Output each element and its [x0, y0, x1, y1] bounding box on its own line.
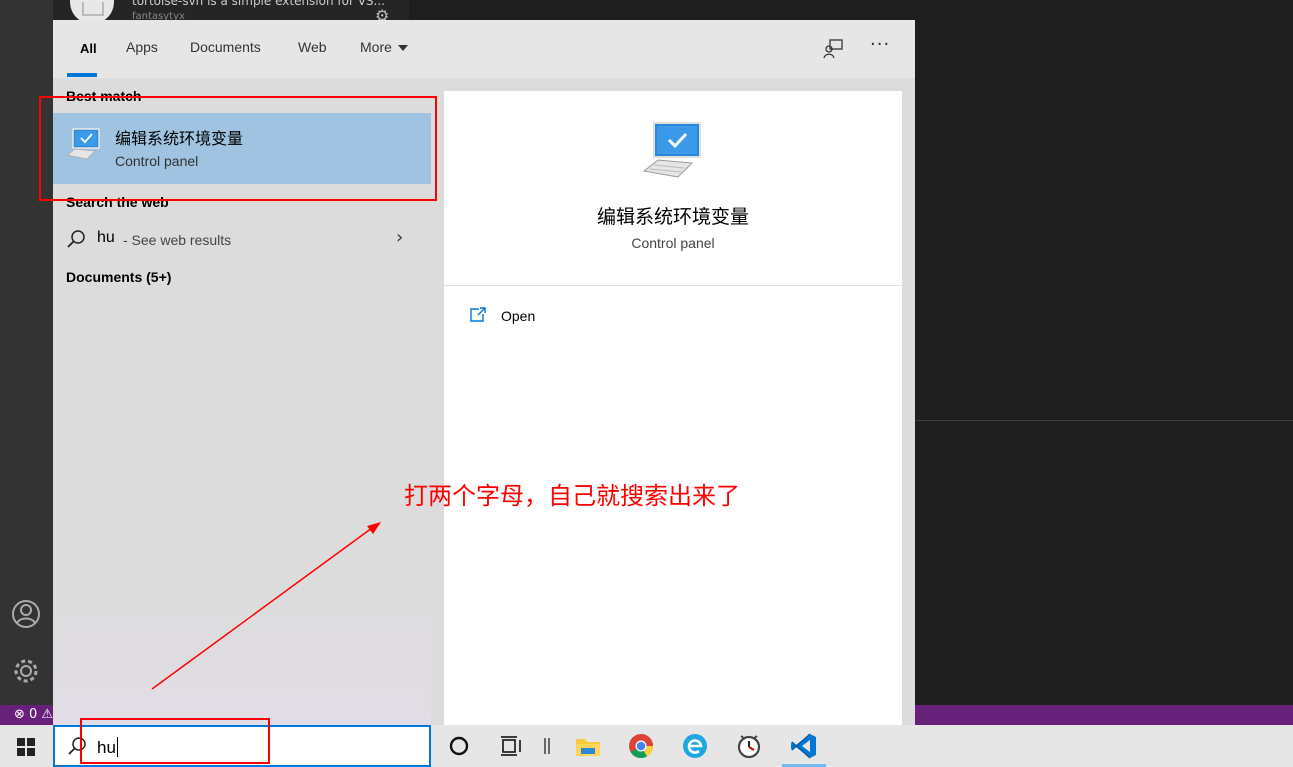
annotation-box-search-input: [80, 718, 270, 764]
chevron-right-icon[interactable]: ›: [396, 227, 403, 248]
tab-more-label: More: [360, 39, 392, 55]
tab-web[interactable]: Web: [298, 39, 327, 55]
feedback-icon[interactable]: [822, 38, 844, 60]
open-external-icon: [470, 307, 486, 322]
preview-subtitle: Control panel: [631, 235, 715, 251]
account-icon[interactable]: [11, 599, 41, 629]
clock-app-icon[interactable]: [723, 725, 775, 767]
active-tab-indicator: [67, 73, 97, 77]
browser-e-icon[interactable]: [669, 725, 721, 767]
start-button[interactable]: [0, 725, 53, 767]
tab-apps[interactable]: Apps: [126, 39, 158, 55]
tab-more[interactable]: More: [360, 39, 408, 55]
documents-heading[interactable]: Documents (5+): [66, 269, 171, 285]
search-icon: [67, 230, 85, 248]
file-explorer-icon[interactable]: [562, 725, 614, 767]
tab-documents[interactable]: Documents: [190, 39, 261, 55]
taskbar-separator: [537, 725, 557, 767]
windows-logo-icon: [17, 738, 35, 756]
search-tabs-bar: All Apps Documents Web More ···: [53, 20, 915, 78]
web-search-result[interactable]: hu - See web results ›: [53, 226, 431, 252]
annotation-text: 打两个字母，自己就搜索出来了: [404, 482, 740, 510]
more-options-icon[interactable]: ···: [870, 34, 890, 55]
tab-all[interactable]: All: [80, 41, 97, 56]
task-view-icon[interactable]: [485, 725, 537, 767]
preview-pane: 编辑系统环境变量 Control panel Open: [431, 78, 915, 725]
panel-divider: [916, 420, 1293, 421]
web-query-text: hu: [97, 229, 115, 246]
extension-logo-icon: [70, 0, 114, 22]
computer-monitor-icon: [642, 122, 701, 178]
extension-notification[interactable]: tortoise-svn is a simple extension for V…: [53, 0, 409, 22]
chrome-icon[interactable]: [615, 725, 667, 767]
web-suffix-text: - See web results: [123, 232, 232, 248]
preview-title: 编辑系统环境变量: [596, 206, 749, 228]
annotation-box-best-match: [39, 96, 437, 201]
preview-divider: [444, 285, 902, 286]
open-label: Open: [501, 308, 536, 324]
open-action[interactable]: Open: [469, 305, 669, 329]
preview-card: 编辑系统环境变量 Control panel Open: [444, 91, 902, 725]
notification-text: tortoise-svn is a simple extension for V…: [132, 0, 385, 8]
settings-gear-icon[interactable]: [11, 656, 41, 686]
vscode-editor-area: [916, 0, 1293, 705]
chevron-down-icon: [397, 45, 408, 52]
problems-count[interactable]: ⊗ 0 ⚠: [14, 707, 53, 722]
vscode-icon[interactable]: [778, 725, 830, 767]
cortana-icon[interactable]: [433, 725, 485, 767]
